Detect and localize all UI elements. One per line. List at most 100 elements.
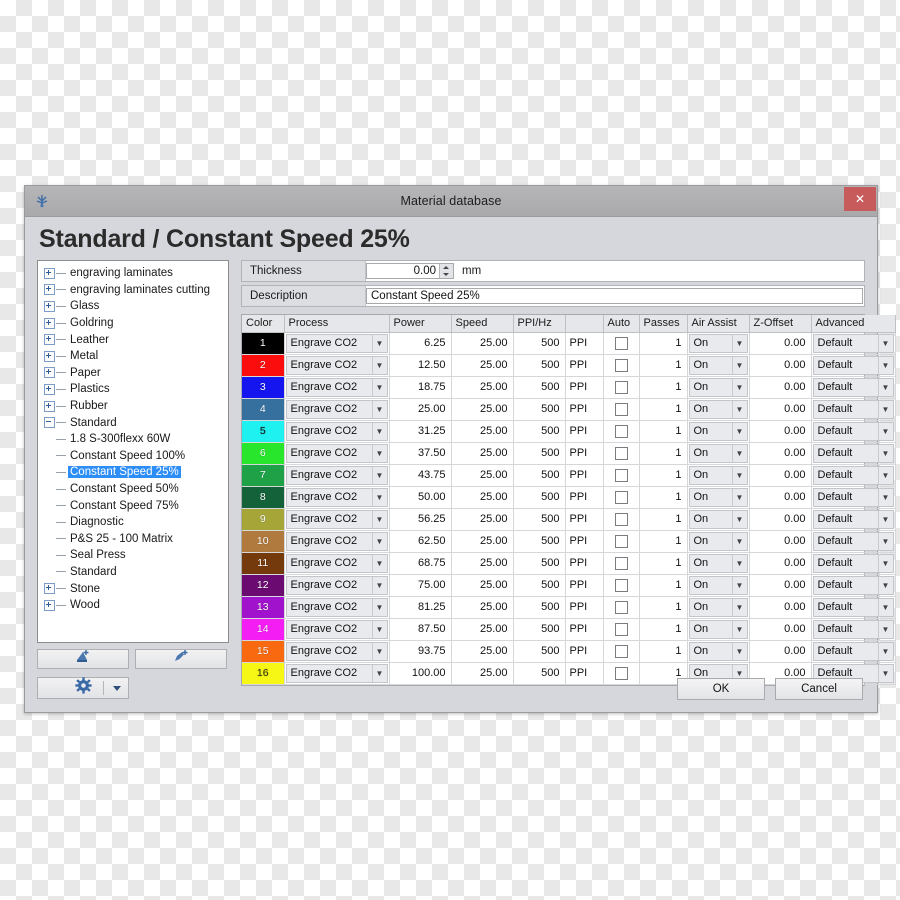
collapse-icon[interactable] [44,417,55,429]
cancel-button[interactable]: Cancel [775,678,863,700]
z-offset-value[interactable]: 0.00 [749,486,811,508]
ppi-value[interactable]: 500 [513,332,565,354]
tree-item-seal-press[interactable]: Seal Press [42,547,228,564]
chevron-down-icon[interactable]: ▼ [877,378,893,396]
chevron-down-icon[interactable]: ▼ [877,554,893,572]
air-assist-dropdown[interactable]: On ▼ [688,333,748,353]
ppi-cell[interactable]: 500 [513,662,566,685]
chevron-down-icon[interactable]: ▼ [731,422,747,440]
auto-checkbox[interactable] [614,424,628,438]
air-assist-cell[interactable]: On ▼ [687,376,750,399]
process-dropdown[interactable]: Engrave CO2 ▼ [285,443,388,463]
tree-item-engraving-laminates[interactable]: engraving laminates [42,265,228,282]
auto-cell[interactable] [603,354,640,377]
color-swatch[interactable]: 4 [242,398,285,421]
process-dropdown[interactable]: Engrave CO2 ▼ [285,663,388,683]
power-cell[interactable]: 12.50 [389,354,452,377]
expand-icon[interactable] [44,383,55,395]
passes-value[interactable]: 1 [639,508,687,530]
chevron-down-icon[interactable]: ▼ [371,554,387,572]
z-offset-cell[interactable]: 0.00 [749,552,812,575]
air-assist-cell[interactable]: On ▼ [687,398,750,421]
z-offset-cell[interactable]: 0.00 [749,464,812,487]
process-dropdown[interactable]: Engrave CO2 ▼ [285,421,388,441]
passes-cell[interactable]: 1 [639,332,688,355]
spinner-up-icon[interactable] [440,264,453,271]
z-offset-value[interactable]: 0.00 [749,376,811,398]
process-cell[interactable]: Engrave CO2 ▼ [284,376,390,399]
auto-cell[interactable] [603,662,640,685]
air-assist-dropdown[interactable]: On ▼ [688,597,748,617]
air-assist-cell[interactable]: On ▼ [687,442,750,465]
chevron-down-icon[interactable]: ▼ [371,488,387,506]
expand-icon[interactable] [44,267,55,279]
auto-cell[interactable] [603,596,640,619]
tree-item-constant-speed-75[interactable]: Constant Speed 75% [42,497,228,514]
auto-checkbox[interactable] [614,622,628,636]
z-offset-cell[interactable]: 0.00 [749,618,812,641]
column-header-auto[interactable]: Auto [603,315,640,333]
process-dropdown[interactable]: Engrave CO2 ▼ [285,575,388,595]
air-assist-cell[interactable]: On ▼ [687,530,750,553]
process-dropdown[interactable]: Engrave CO2 ▼ [285,487,388,507]
power-cell[interactable]: 87.50 [389,618,452,641]
chevron-down-icon[interactable]: ▼ [731,532,747,550]
z-offset-cell[interactable]: 0.00 [749,640,812,663]
chevron-down-icon[interactable]: ▼ [877,444,893,462]
auto-checkbox[interactable] [614,578,628,592]
tree-item-rubber[interactable]: Rubber [42,398,228,415]
power-value[interactable]: 62.50 [389,530,451,552]
auto-checkbox-wrap[interactable] [603,332,639,354]
speed-cell[interactable]: 25.00 [451,596,514,619]
power-value[interactable]: 100.00 [389,662,451,684]
passes-value[interactable]: 1 [639,552,687,574]
air-assist-dropdown[interactable]: On ▼ [688,553,748,573]
ppi-cell[interactable]: 500 [513,552,566,575]
new-material-button[interactable] [135,649,227,669]
air-assist-cell[interactable]: On ▼ [687,354,750,377]
thickness-spinner[interactable] [439,264,453,278]
z-offset-cell[interactable]: 0.00 [749,508,812,531]
ppi-value[interactable]: 500 [513,398,565,420]
auto-cell[interactable] [603,574,640,597]
speed-value[interactable]: 25.00 [451,552,513,574]
color-swatch[interactable]: 2 [242,354,285,377]
advanced-cell[interactable]: Default ▼ [811,376,896,399]
chevron-down-icon[interactable]: ▼ [731,378,747,396]
ppi-value[interactable]: 500 [513,574,565,596]
advanced-cell[interactable]: Default ▼ [811,596,896,619]
z-offset-value[interactable]: 0.00 [749,574,811,596]
z-offset-value[interactable]: 0.00 [749,530,811,552]
advanced-cell[interactable]: Default ▼ [811,354,896,377]
power-cell[interactable]: 93.75 [389,640,452,663]
chevron-down-icon[interactable]: ▼ [731,334,747,352]
passes-cell[interactable]: 1 [639,640,688,663]
auto-checkbox-wrap[interactable] [603,508,639,530]
auto-checkbox-wrap[interactable] [603,596,639,618]
air-assist-cell[interactable]: On ▼ [687,508,750,531]
auto-checkbox[interactable] [614,534,628,548]
auto-cell[interactable] [603,486,640,509]
chevron-down-icon[interactable]: ▼ [731,554,747,572]
advanced-cell[interactable]: Default ▼ [811,552,896,575]
ppi-value[interactable]: 500 [513,464,565,486]
speed-value[interactable]: 25.00 [451,442,513,464]
z-offset-value[interactable]: 0.00 [749,442,811,464]
power-cell[interactable]: 81.25 [389,596,452,619]
chevron-down-icon[interactable]: ▼ [371,664,387,682]
advanced-cell[interactable]: Default ▼ [811,508,896,531]
z-offset-value[interactable]: 0.00 [749,508,811,530]
chevron-down-icon[interactable]: ▼ [371,400,387,418]
ppi-value[interactable]: 500 [513,640,565,662]
advanced-dropdown[interactable]: Default ▼ [812,531,894,551]
ppi-cell[interactable]: 500 [513,640,566,663]
auto-checkbox[interactable] [614,490,628,504]
passes-cell[interactable]: 1 [639,354,688,377]
speed-value[interactable]: 25.00 [451,508,513,530]
passes-value[interactable]: 1 [639,442,687,464]
tree-item-standard[interactable]: Standard [42,564,228,581]
ppi-value[interactable]: 500 [513,420,565,442]
column-header-process[interactable]: Process [284,315,390,333]
process-dropdown[interactable]: Engrave CO2 ▼ [285,377,388,397]
air-assist-dropdown[interactable]: On ▼ [688,443,748,463]
